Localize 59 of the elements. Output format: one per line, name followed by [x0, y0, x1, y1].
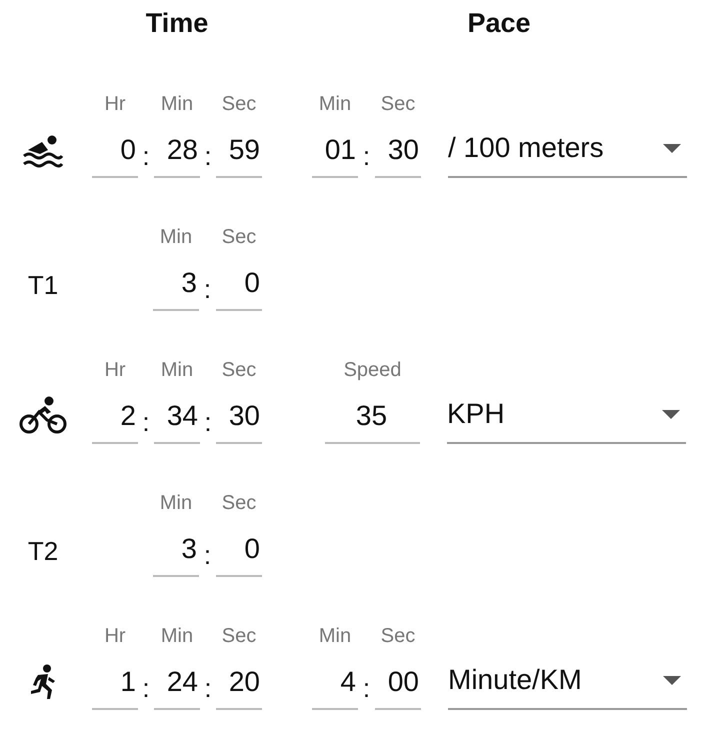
- column-heading: Time: [144, 8, 210, 39]
- colon: :: [202, 540, 212, 572]
- field-label: Sec: [222, 624, 256, 648]
- number-field[interactable]: 3: [153, 531, 199, 577]
- cyclist-icon: [19, 396, 67, 434]
- field-label: Min: [160, 624, 194, 648]
- number-field[interactable]: 30: [375, 132, 421, 178]
- field-label: Min: [160, 491, 192, 515]
- unit-dropdown[interactable]: Minute/KM: [448, 664, 687, 710]
- number-field[interactable]: 01: [312, 132, 358, 178]
- column-heading: Pace: [466, 8, 532, 39]
- field-label: Sec: [222, 491, 256, 515]
- colon: :: [141, 673, 151, 705]
- swimmer-icon: [22, 134, 64, 168]
- field-label: Sec: [222, 358, 256, 382]
- caret-icon: [662, 410, 680, 419]
- number-field[interactable]: 00: [375, 664, 421, 710]
- field-label: Sec: [222, 92, 256, 116]
- colon: :: [362, 673, 372, 705]
- caret-icon: [663, 676, 681, 685]
- unit-dropdown[interactable]: / 100 meters: [448, 132, 687, 178]
- field-label: Sec: [380, 92, 416, 116]
- number-field[interactable]: 24: [154, 664, 200, 710]
- number-field[interactable]: 2: [92, 398, 138, 444]
- number-field[interactable]: 34: [154, 398, 200, 444]
- number-field[interactable]: 1: [92, 664, 138, 710]
- field-label: Min: [160, 92, 194, 116]
- number-field[interactable]: 4: [312, 664, 358, 710]
- unit-dropdown[interactable]: KPH: [447, 398, 686, 444]
- field-label: Hr: [104, 92, 126, 116]
- colon: :: [202, 274, 212, 306]
- field-label: Min: [318, 624, 352, 648]
- field-label: Min: [318, 92, 352, 116]
- field-label: Min: [160, 225, 192, 249]
- number-field[interactable]: 30: [216, 398, 262, 444]
- field-label: Sec: [380, 624, 416, 648]
- caret-icon: [663, 144, 681, 153]
- number-field[interactable]: 28: [154, 132, 200, 178]
- field-label: Min: [160, 358, 194, 382]
- number-field[interactable]: 35: [325, 398, 420, 444]
- field-label: Hr: [104, 624, 126, 648]
- field-label: Speed: [344, 358, 402, 382]
- colon: :: [141, 141, 151, 173]
- colon: :: [203, 141, 213, 173]
- number-field[interactable]: 0: [216, 265, 262, 311]
- runner-icon: [28, 664, 58, 700]
- segment-label: T2: [28, 536, 58, 567]
- number-field[interactable]: 3: [153, 265, 199, 311]
- number-field[interactable]: 0: [92, 132, 138, 178]
- colon: :: [141, 407, 151, 439]
- number-field[interactable]: 20: [216, 664, 262, 710]
- field-label: Sec: [222, 225, 256, 249]
- segment-label: T1: [28, 270, 58, 301]
- number-field[interactable]: 59: [216, 132, 262, 178]
- colon: :: [203, 673, 213, 705]
- number-field[interactable]: 0: [216, 531, 262, 577]
- field-label: Hr: [104, 358, 126, 382]
- colon: :: [203, 407, 213, 439]
- colon: :: [362, 141, 372, 173]
